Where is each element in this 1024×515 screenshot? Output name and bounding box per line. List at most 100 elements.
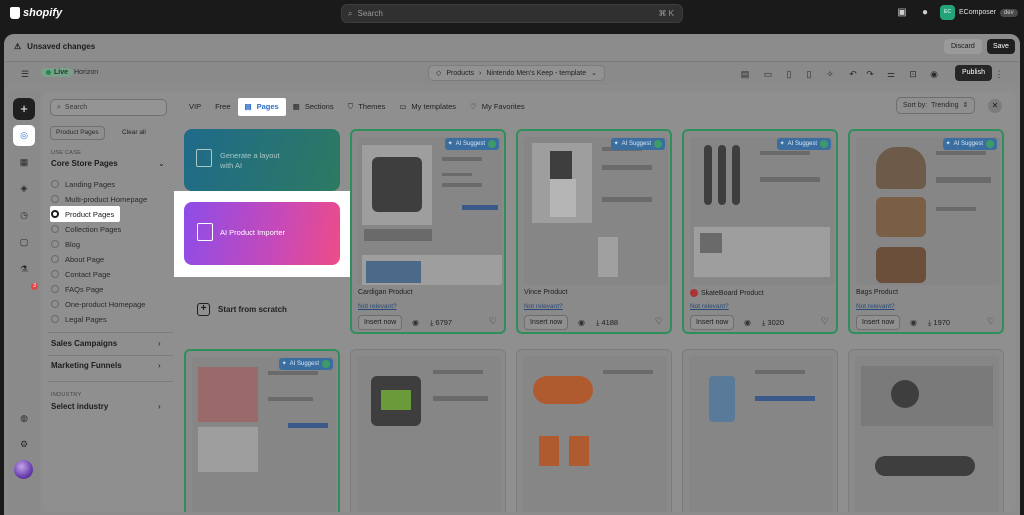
tab-pages[interactable]: ▤ Pages — [237, 98, 286, 116]
insert-now-button[interactable]: Insert now — [856, 315, 901, 330]
messages-icon[interactable]: ▢ — [18, 236, 30, 248]
insert-now-button[interactable]: Insert now — [690, 315, 735, 330]
ai-assistant-avatar[interactable] — [14, 460, 33, 479]
shopify-logo[interactable]: shopify — [10, 7, 62, 19]
template-card[interactable]: ✦ AI Suggest Cardigan Product Not relevan… — [350, 129, 506, 334]
not-relevant-link[interactable]: Not relevant? — [856, 303, 895, 310]
database-icon[interactable]: ◍ — [18, 412, 30, 424]
template-selector[interactable]: ◇ Products › Nintendo Men's Keep - templ… — [428, 65, 606, 81]
apps-icon[interactable]: ⚗ — [18, 263, 30, 275]
notifications-icon[interactable]: ● — [919, 7, 931, 19]
radio-collection-pages[interactable]: Collection Pages — [51, 222, 121, 236]
undo-icon[interactable]: ↶ — [847, 68, 859, 80]
tab-themes[interactable]: ⛉ Themes — [341, 98, 393, 116]
chevron-right-icon[interactable]: › — [158, 361, 161, 370]
template-card[interactable]: ✦ AI Suggest SkateBoard Product Not relev… — [682, 129, 838, 334]
radio-selected-icon — [51, 210, 59, 218]
preview-eye-icon[interactable]: ◉ — [744, 318, 751, 327]
template-card[interactable]: ✦ AI Suggest — [184, 349, 340, 512]
template-card[interactable]: ✦ AI Suggest Bags Product Not relevant? I… — [848, 129, 1004, 334]
sales-campaigns-toggle[interactable]: Sales Campaigns — [51, 339, 117, 348]
insert-now-button[interactable]: Insert now — [524, 315, 569, 330]
inspect-icon[interactable]: ⊡ — [907, 68, 919, 80]
not-relevant-link[interactable]: Not relevant? — [690, 303, 729, 310]
tab-label: Free — [215, 102, 231, 111]
live-dot-icon — [46, 70, 51, 75]
template-card[interactable] — [516, 349, 672, 512]
chevron-right-icon[interactable]: › — [158, 339, 161, 348]
clear-all-link[interactable]: Clear all — [122, 129, 146, 136]
radio-multi-product-homepage[interactable]: Multi-product Homepage — [51, 192, 147, 206]
template-card[interactable]: ✦ AI Suggest Vince Product Not relevant? … — [516, 129, 672, 334]
radio-icon — [51, 255, 59, 263]
industry-label: INDUSTRY — [51, 392, 82, 398]
not-relevant-link[interactable]: Not relevant? — [358, 303, 397, 310]
radio-faqs-page[interactable]: FAQs Page — [51, 282, 103, 296]
tablet-icon[interactable]: ▯ — [803, 68, 815, 80]
gear-icon[interactable]: ⚙ — [18, 438, 30, 450]
history-icon[interactable]: ◷ — [18, 209, 30, 221]
live-badge: Live — [41, 68, 74, 77]
menu-icon[interactable]: ☰ — [19, 68, 31, 80]
template-card[interactable] — [350, 349, 506, 512]
filter-chip[interactable]: Product Pages — [50, 126, 105, 140]
tab-my-favorites[interactable]: ♡ My Favorites — [463, 98, 532, 116]
discard-button[interactable]: Discard — [944, 39, 982, 54]
check-icon — [322, 360, 330, 368]
settings-sliders-icon[interactable]: ⚌ — [885, 68, 897, 80]
insert-now-button[interactable]: Insert now — [358, 315, 403, 330]
radio-product-pages[interactable]: Product Pages — [50, 206, 121, 222]
save-button[interactable]: Save — [987, 39, 1015, 54]
layout-icon[interactable]: ▤ — [739, 68, 751, 80]
store-icon[interactable]: ▣ — [896, 7, 908, 19]
chevron-right-icon[interactable]: › — [158, 402, 161, 411]
library-search-input[interactable]: ⌕ Search — [50, 99, 167, 116]
radio-one-product-homepage[interactable]: One-product Homepage — [51, 297, 145, 311]
template-card[interactable] — [848, 349, 1004, 512]
desktop-icon[interactable]: ▭ — [762, 68, 774, 80]
radio-legal-pages[interactable]: Legal Pages — [51, 312, 107, 326]
marketing-funnels-toggle[interactable]: Marketing Funnels — [51, 361, 122, 370]
ai-product-importer-card[interactable]: AI Product Importer — [184, 202, 340, 265]
tab-free[interactable]: Free — [208, 98, 237, 116]
tab-my-templates[interactable]: ▭ My templates — [392, 98, 463, 116]
templates-icon[interactable]: ◎ — [13, 125, 35, 146]
industry-select[interactable]: Select industry — [51, 402, 108, 411]
tab-vip[interactable]: VIP — [182, 98, 208, 116]
preview-icon[interactable]: ◉ — [928, 68, 940, 80]
favorite-heart-icon[interactable]: ♡ — [987, 316, 995, 327]
folder-icon: ▭ — [399, 102, 407, 111]
layers-icon[interactable]: ◈ — [18, 182, 30, 194]
radio-about-page[interactable]: About Page — [51, 252, 104, 266]
redo-icon[interactable]: ↷ — [864, 68, 876, 80]
chevron-down-icon[interactable]: ⌄ — [158, 159, 165, 168]
close-icon[interactable]: ✕ — [988, 99, 1002, 113]
add-icon[interactable]: + — [13, 98, 35, 120]
magic-icon[interactable]: ✧ — [824, 68, 836, 80]
preview-eye-icon[interactable]: ◉ — [910, 318, 917, 327]
radio-landing-pages[interactable]: Landing Pages — [51, 177, 115, 191]
favorite-heart-icon[interactable]: ♡ — [821, 316, 829, 327]
favorite-heart-icon[interactable]: ♡ — [655, 316, 663, 327]
store-switcher[interactable]: EC EComposer dev — [940, 5, 1018, 20]
radio-blog[interactable]: Blog — [51, 237, 80, 251]
preview-eye-icon[interactable]: ◉ — [412, 318, 419, 327]
radio-contact-page[interactable]: Contact Page — [51, 267, 110, 281]
more-icon[interactable]: ⋮ — [993, 68, 1005, 80]
favorite-heart-icon[interactable]: ♡ — [489, 316, 497, 327]
generate-ai-card[interactable]: Generate a layout with AI — [184, 129, 340, 191]
admin-search-input[interactable]: ⌕ Search ⌘ K — [341, 4, 683, 23]
not-relevant-link[interactable]: Not relevant? — [524, 303, 563, 310]
ai-document-icon — [196, 149, 212, 167]
start-from-scratch-card[interactable]: + Start from scratch — [184, 277, 340, 341]
sort-select[interactable]: Sort by: Trending ⇕ — [896, 97, 976, 114]
tab-sections[interactable]: ▦ Sections — [286, 98, 341, 116]
preview-eye-icon[interactable]: ◉ — [578, 318, 585, 327]
importer-label: AI Product Importer — [220, 228, 286, 237]
mobile-icon[interactable]: ▯ — [783, 68, 795, 80]
radio-label: Landing Pages — [65, 179, 116, 189]
template-card[interactable] — [682, 349, 838, 512]
use-case-title[interactable]: Core Store Pages — [51, 159, 118, 168]
sections-icon[interactable]: ▦ — [18, 156, 30, 168]
publish-button[interactable]: Publish — [955, 65, 992, 81]
